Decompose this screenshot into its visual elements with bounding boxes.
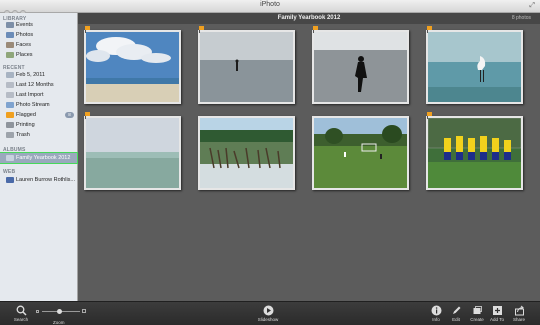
photo-egret-shore[interactable]	[426, 30, 523, 104]
trash-icon	[6, 132, 14, 138]
flag-icon	[6, 112, 14, 118]
search-button[interactable]: Search	[11, 305, 31, 322]
slideshow-label: Slideshow	[257, 317, 279, 322]
places-icon	[6, 52, 14, 58]
sidebar-item-events[interactable]: Events	[0, 20, 77, 30]
photo-fisherman-silhouette[interactable]	[312, 30, 409, 104]
photo-soccer-field[interactable]	[312, 116, 409, 190]
zoom-knob[interactable]	[56, 309, 62, 314]
sidebar-item-label: Photo Stream	[16, 102, 50, 108]
photos-icon	[6, 32, 14, 38]
search-icon	[16, 305, 27, 316]
sidebar-item-label: Last Import	[16, 92, 44, 98]
flag-icon[interactable]	[85, 112, 90, 119]
create-button[interactable]: Create	[467, 305, 487, 322]
photo-count: 8 photos	[511, 15, 531, 21]
photo-soccer-team[interactable]	[426, 116, 523, 190]
sidebar-item-label: Feb 5, 2011	[16, 72, 45, 78]
sidebar-item-label: Lauren Burrow Rothlis...	[16, 177, 75, 183]
sidebar-item-label: Faces	[16, 42, 31, 48]
add-to-button[interactable]: Add To	[487, 305, 507, 322]
bottom-toolbar: Search Zoom Slideshow Info Edit Create A…	[0, 301, 540, 325]
sidebar-item-printing[interactable]: Printing	[0, 120, 77, 130]
zoom-small-icon	[36, 310, 39, 313]
faces-icon	[6, 42, 14, 48]
add-to-icon	[492, 306, 502, 315]
zoom-slider[interactable]	[36, 309, 86, 314]
zoom-label: Zoom	[53, 320, 65, 325]
flag-icon[interactable]	[427, 112, 432, 119]
sidebar-item-trash[interactable]: Trash	[0, 130, 77, 140]
sidebar-item-places[interactable]: Places	[0, 50, 77, 60]
sidebar-item-photos[interactable]: Photos	[0, 30, 77, 40]
share-button[interactable]: Share	[510, 305, 528, 322]
flag-icon[interactable]	[199, 26, 204, 33]
add-to-label: Add To	[490, 317, 504, 322]
play-icon	[263, 305, 273, 316]
sidebar: LIBRARY Events Photos Faces Places RECEN…	[0, 13, 78, 301]
sidebar-item-photo-stream[interactable]: Photo Stream	[0, 100, 77, 110]
event-icon	[6, 72, 14, 78]
share-label: Share	[512, 317, 525, 322]
event-header: Family Yearbook 2012 8 photos	[78, 13, 540, 24]
slideshow-button[interactable]: Slideshow	[255, 305, 281, 322]
photo-beach-sky[interactable]	[84, 30, 181, 104]
sidebar-item-label: Family Yearbook 2012	[16, 155, 71, 161]
fullscreen-icon[interactable]: ⤢	[529, 2, 535, 10]
sidebar-item-family-yearbook-2012[interactable]: Family Yearbook 2012	[0, 152, 78, 164]
printing-icon	[6, 122, 14, 128]
sidebar-item-last-import[interactable]: Last Import	[0, 90, 77, 100]
edit-button[interactable]: Edit	[448, 305, 464, 322]
sidebar-item-last-12-months[interactable]: Last 12 Months	[0, 80, 77, 90]
search-label: Search	[13, 317, 29, 322]
info-icon	[431, 305, 441, 316]
flag-icon[interactable]	[85, 26, 90, 33]
sidebar-item-label: Photos	[16, 32, 34, 38]
sidebar-item-web-account[interactable]: Lauren Burrow Rothlis...	[0, 175, 77, 185]
sidebar-item-label: Trash	[16, 132, 30, 138]
import-icon	[6, 92, 14, 98]
web-icon	[6, 177, 14, 183]
sidebar-item-label: Last 12 Months	[16, 82, 54, 88]
events-icon	[6, 22, 14, 28]
sidebar-item-label: Events	[16, 22, 33, 28]
photo-grid	[78, 24, 540, 301]
zoom-large-icon	[82, 309, 86, 313]
sidebar-item-feb-5-2011[interactable]: Feb 5, 2011	[0, 70, 77, 80]
flag-icon[interactable]	[313, 26, 318, 33]
photo-calm-sea[interactable]	[84, 116, 181, 190]
info-button[interactable]: Info	[427, 305, 445, 322]
flag-icon[interactable]	[427, 26, 432, 33]
create-icon	[473, 306, 482, 314]
photo-mangrove-roots[interactable]	[198, 116, 295, 190]
calendar-icon	[6, 82, 14, 88]
album-icon	[6, 155, 14, 161]
event-title: Family Yearbook 2012	[277, 15, 341, 21]
flagged-count-badge: 8	[65, 112, 74, 118]
sidebar-item-label: Places	[16, 52, 33, 58]
pencil-icon	[452, 306, 460, 314]
sidebar-item-label: Printing	[16, 122, 35, 128]
photo-stream-icon	[6, 102, 14, 108]
share-icon	[514, 305, 524, 316]
window-title: iPhoto	[260, 1, 280, 8]
photo-person-in-water[interactable]	[198, 30, 295, 104]
edit-label: Edit	[452, 317, 460, 322]
sidebar-item-flagged[interactable]: Flagged 8	[0, 110, 77, 120]
sidebar-item-label: Flagged	[16, 112, 36, 118]
info-label: Info	[432, 317, 440, 322]
create-label: Create	[470, 317, 484, 322]
sidebar-item-faces[interactable]: Faces	[0, 40, 77, 50]
title-bar: iPhoto ⤢	[0, 0, 540, 16]
